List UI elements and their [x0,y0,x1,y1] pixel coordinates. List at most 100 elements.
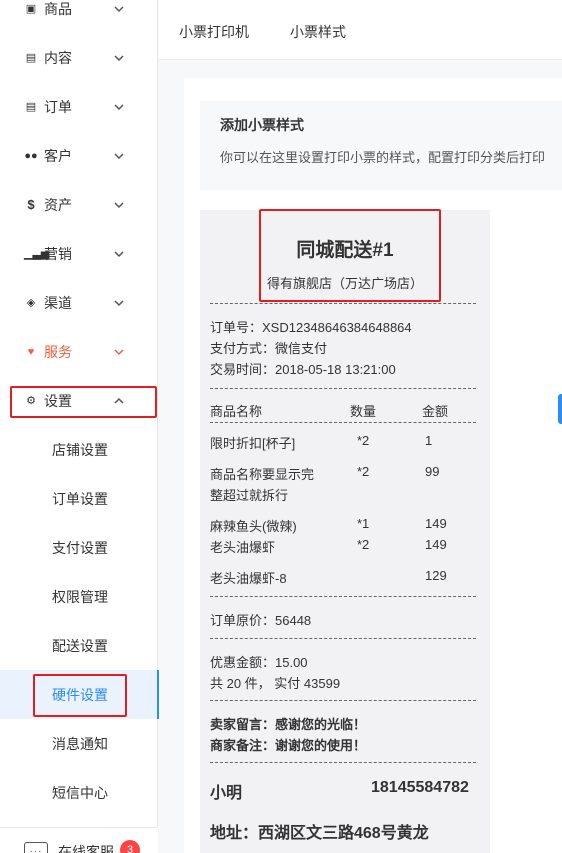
gear-icon: ⚙ [26,395,36,407]
item-amount: 1 [425,433,433,448]
sub-item-delivery-settings[interactable]: 配送设置 [0,621,158,670]
sidebar-item-label: 渠道 [44,294,72,311]
sidebar-item-label: 商品 [44,0,72,17]
header-amount: 金额 [422,404,449,419]
sub-item-store-settings[interactable]: 店铺设置 [0,425,158,474]
sidebar-item-label: 内容 [44,49,72,66]
sidebar-item-content[interactable]: ▤ 内容 [0,33,158,82]
online-support[interactable]: ··· 在线客服 3 [0,827,158,853]
sidebar: ▣ 商品 ▤ 内容 ▤ 订单 ●● 客户 $ 资产 ▁▃▅ 营销 ◈ 渠道 ♥ … [0,0,159,853]
sidebar-item-settings[interactable]: ⚙ 设置 [0,376,158,425]
chevron-down-icon [114,53,124,63]
sub-item-hardware-settings[interactable]: 硬件设置 [0,670,159,719]
sub-item-payment-settings[interactable]: 支付设置 [0,523,158,572]
receipt-preview: 同城配送#1 得有旗舰店（万达广场店） 订单号：XSD1234864638464… [200,210,490,853]
receipt-title: 同城配送#1 [296,240,394,261]
unread-badge: 3 [120,840,140,853]
divider [210,303,476,304]
seller-note: 商家备注：谢谢您的使用！ [210,738,367,753]
buyer-note: 卖家留言：感谢您的光临！ [210,717,367,732]
tab-bar: 小票打印机 小票样式 [159,0,562,60]
sidebar-item-orders[interactable]: ▤ 订单 [0,82,158,131]
sidebar-item-assets[interactable]: $ 资产 [0,180,158,229]
chevron-down-icon [114,249,124,259]
info-description: 你可以在这里设置打印小票的样式，配置打印分类后打印 [220,150,546,165]
sub-item-label: 店铺设置 [52,441,108,458]
sub-item-label: 硬件设置 [52,686,108,703]
item-name: 限时折扣[杯子] [210,436,296,451]
chevron-down-icon [114,200,124,210]
info-title: 添加小票样式 [220,117,304,133]
info-box: 添加小票样式 你可以在这里设置打印小票的样式，配置打印分类后打印 [200,101,562,190]
document-icon: ▤ [25,52,37,64]
sidebar-item-label: 设置 [44,392,72,409]
item-qty: *2 [357,433,370,448]
layers-icon: ◈ [26,297,36,309]
sub-item-label: 支付设置 [52,539,108,556]
order-number: 订单号：XSD12348646384648864 [210,320,412,335]
sub-item-label: 消息通知 [52,735,108,752]
payment-method: 支付方式：微信支付 [210,341,328,356]
sidebar-item-label: 营销 [44,245,72,262]
item-qty: *2 [357,537,370,552]
sidebar-item-channels[interactable]: ◈ 渠道 [0,278,158,327]
chevron-down-icon [114,347,124,357]
chevron-down-icon [114,4,124,14]
divider [210,700,476,701]
bar-chart-icon: ▁▃▅ [24,248,50,260]
item-qty: *1 [357,516,370,531]
payment-summary: 共 20 件， 实付 43599 [210,676,341,691]
trade-time: 交易时间：2018-05-18 13:21:00 [210,362,396,377]
item-amount: 99 [425,464,440,479]
header-item-name: 商品名称 [210,404,263,419]
divider [210,596,476,597]
receipt-store: 得有旗舰店（万达广场店） [266,276,423,291]
divider [210,388,476,389]
sub-item-label: 订单设置 [52,490,108,507]
sidebar-item-customers[interactable]: ●● 客户 [0,131,158,180]
sidebar-item-marketing[interactable]: ▁▃▅ 营销 [0,229,158,278]
item-name-cont: 整超过就拆行 [210,488,289,503]
original-price: 订单原价：56448 [210,613,312,628]
chevron-down-icon [114,298,124,308]
sidebar-item-label: 客户 [44,147,72,164]
header-quantity: 数量 [350,404,377,419]
item-name: 老头油爆虾-8 [210,571,287,586]
chevron-up-icon [114,396,124,406]
sidebar-item-label: 资产 [44,196,72,213]
chevron-down-icon [114,151,124,161]
divider [210,762,476,763]
item-name: 老头油爆虾 [210,540,276,555]
sidebar-item-label: 订单 [44,98,72,115]
item-name: 麻辣鱼头(微辣) [210,519,297,534]
divider [210,638,476,639]
item-name: 商品名称要显示完 [210,467,315,482]
users-icon: ●● [24,149,38,162]
tab-receipt-style[interactable]: 小票样式 [290,22,346,42]
item-amount: 129 [425,568,447,583]
sidebar-item-goods[interactable]: ▣ 商品 [0,0,158,33]
support-label: 在线客服 [58,844,114,853]
customer-address: 地址：西湖区文三路468号黄龙 [210,825,429,842]
divider [210,422,476,423]
sub-item-label: 权限管理 [52,588,108,605]
sub-item-notifications[interactable]: 消息通知 [0,719,158,768]
sub-item-label: 配送设置 [52,637,108,654]
dollar-icon: $ [27,197,35,212]
sub-item-order-settings[interactable]: 订单设置 [0,474,158,523]
heart-icon: ♥ [27,345,35,358]
box-icon: ▣ [25,3,37,15]
sidebar-item-services[interactable]: ♥ 服务 [0,327,158,376]
customer-phone: 18145584782 [371,779,469,796]
list-icon: ▤ [25,101,37,113]
item-amount: 149 [425,537,447,552]
side-handle[interactable] [558,394,562,424]
sidebar-item-label: 服务 [44,343,72,360]
sub-item-label: 短信中心 [52,784,108,801]
chat-icon: ··· [24,842,48,853]
tab-receipt-printer[interactable]: 小票打印机 [179,22,249,42]
sub-item-sms-center[interactable]: 短信中心 [0,768,158,817]
item-amount: 149 [425,516,447,531]
item-qty: *2 [357,464,370,479]
sub-item-permissions[interactable]: 权限管理 [0,572,158,621]
